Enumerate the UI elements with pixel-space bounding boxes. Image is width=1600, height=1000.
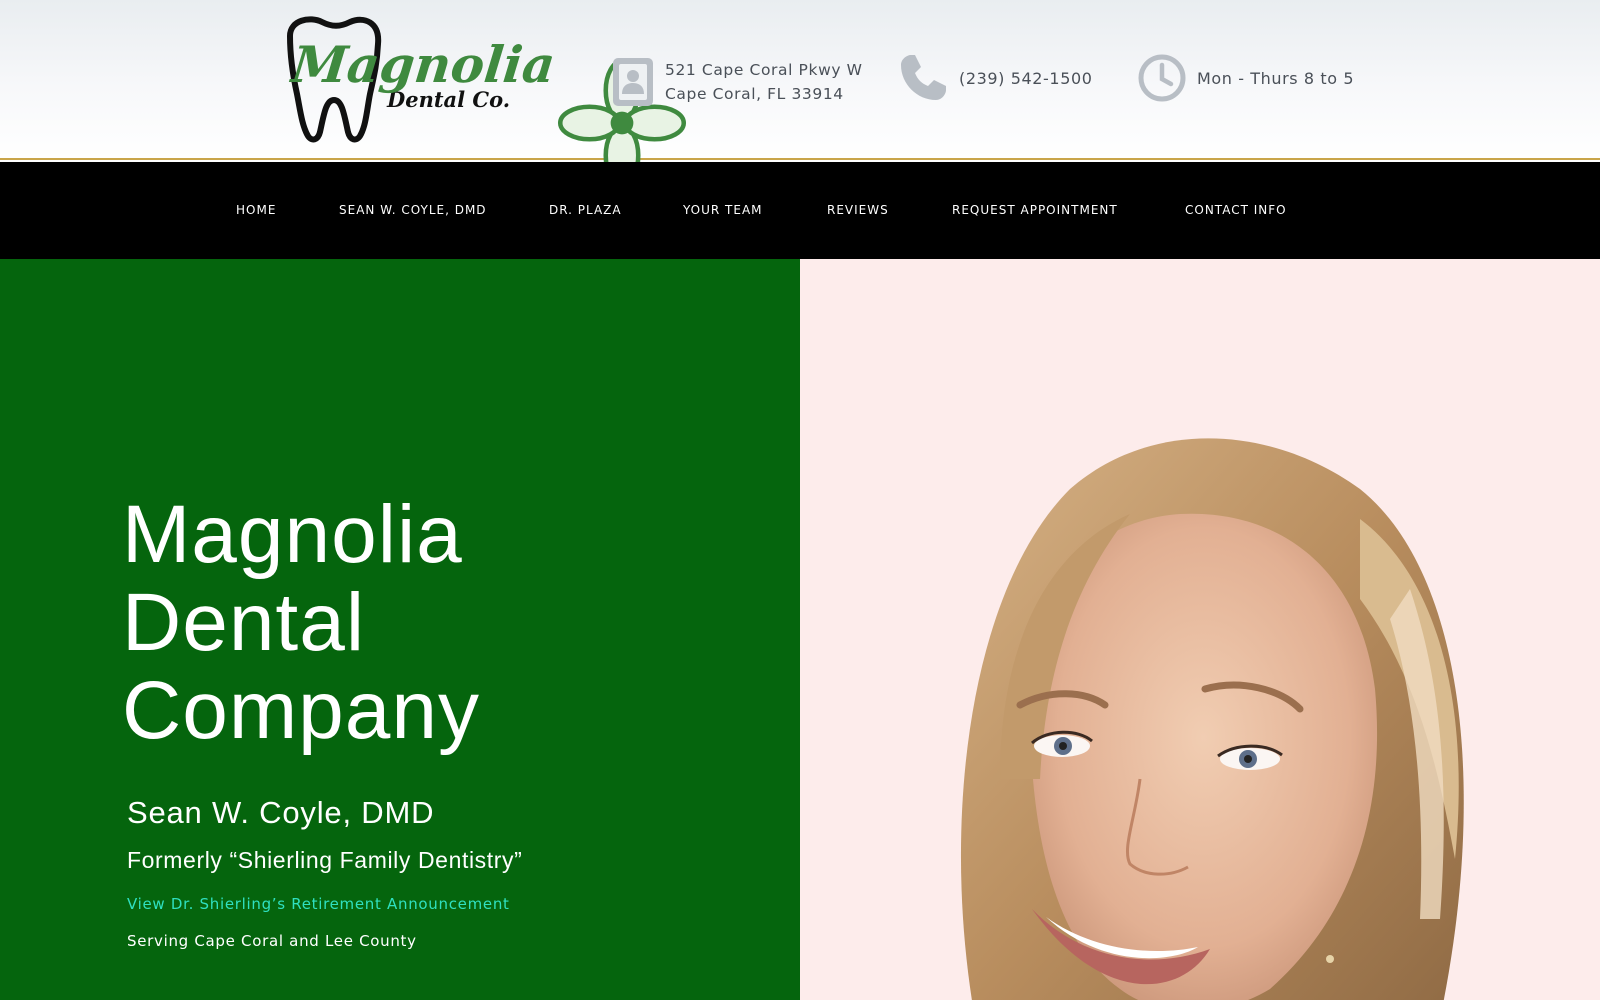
service-area: Serving Cape Coral and Lee County [127, 932, 417, 950]
office-hours: Mon - Thurs 8 to 5 [1197, 68, 1355, 88]
nav-dr-plaza[interactable]: DR. PLAZA [549, 203, 622, 217]
formerly-note: Formerly “Shierling Family Dentistry” [127, 847, 523, 873]
nav-contact-info[interactable]: CONTACT INFO [1185, 203, 1287, 217]
nav-your-team[interactable]: YOUR TEAM [683, 203, 763, 217]
magnolia-logo[interactable]: Magnolia Dental Co. [270, 14, 687, 188]
hours-block: Mon - Thurs 8 to 5 [1137, 53, 1354, 103]
nav-reviews[interactable]: REVIEWS [827, 203, 889, 217]
nav-home[interactable]: HOME [236, 203, 276, 217]
smiling-woman-photo [960, 438, 1464, 1000]
hero-title-line-2: Dental [122, 577, 366, 668]
address-line-2: Cape Coral, FL 33914 [665, 85, 844, 103]
phone-number: (239) 542-1500 [959, 68, 1093, 88]
hero-title-line-1: Magnolia [122, 489, 463, 580]
phone-block[interactable]: (239) 542-1500 [897, 52, 1093, 104]
site-header: Magnolia Dental Co. 521 Cape Coral Pkwy … [0, 0, 1600, 188]
nav-request-appointment[interactable]: REQUEST APPOINTMENT [952, 203, 1118, 217]
address-block[interactable]: 521 Cape Coral Pkwy W Cape Coral, FL 339… [611, 56, 863, 108]
retirement-announcement-link[interactable]: View Dr. Shierling’s Retirement Announce… [127, 895, 510, 913]
doctor-name: Sean W. Coyle, DMD [127, 795, 435, 830]
nav-sean-coyle[interactable]: SEAN W. COYLE, DMD [339, 203, 487, 217]
hero-text-panel: Magnolia Dental Company Sean W. Coyle, D… [0, 259, 800, 1000]
hero-photo [800, 259, 1600, 1000]
address-line-1: 521 Cape Coral Pkwy W [665, 61, 863, 79]
address-book-icon [613, 58, 653, 106]
phone-icon [901, 55, 946, 100]
hero-title-line-3: Company [122, 665, 480, 756]
hero-title: Magnolia Dental Company [122, 491, 480, 755]
main-navigation: HOME SEAN W. COYLE, DMD DR. PLAZA YOUR T… [0, 162, 1600, 259]
clock-icon [1138, 54, 1186, 102]
